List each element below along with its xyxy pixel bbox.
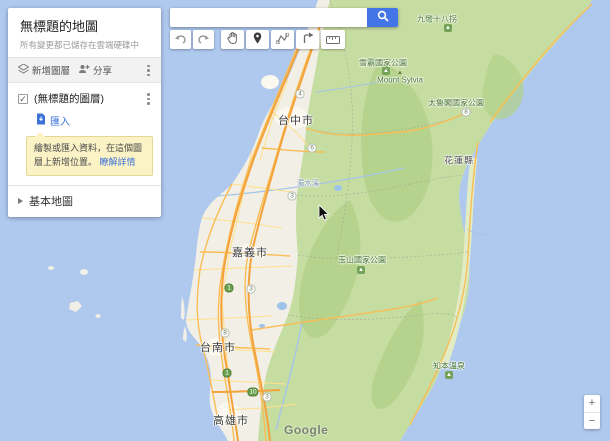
map-label-taichung: 台中市 xyxy=(278,115,314,127)
marker-pin-icon xyxy=(253,31,262,49)
draw-line-button[interactable] xyxy=(271,30,294,49)
park-badge-icon: ▲ xyxy=(444,24,452,32)
layer-visibility-checkbox[interactable]: ✓ xyxy=(18,93,28,104)
map-label-taroko-park: 太魯閣國家公園 xyxy=(428,98,484,108)
redo-icon xyxy=(197,31,210,49)
undo-icon xyxy=(174,31,187,49)
zoom-in-button[interactable]: + xyxy=(584,395,600,412)
park-badge-icon: ▲ xyxy=(445,371,453,379)
base-map-label: 基本地圖 xyxy=(29,195,73,208)
route-shield: 1 xyxy=(224,283,234,293)
add-marker-button[interactable] xyxy=(246,30,269,49)
layer-tip: 繪製或匯入資料，在這個圖層上新增位置。 瞭解詳情 xyxy=(26,132,153,176)
add-layer-label: 新增圖層 xyxy=(32,66,71,77)
route-shield: 1 xyxy=(222,368,232,378)
map-title[interactable]: 無標題的地圖 xyxy=(20,16,149,35)
map-label-scenic-ne: 九彎十八拐 xyxy=(417,14,457,24)
route-shield: 3 xyxy=(262,392,272,402)
zoom-out-button[interactable]: − xyxy=(584,412,600,429)
search-input[interactable] xyxy=(170,8,367,27)
import-file-icon xyxy=(36,113,46,128)
google-logo: Google xyxy=(284,423,329,437)
import-button[interactable]: 匯入 xyxy=(8,108,161,128)
share-button[interactable]: 分享 xyxy=(76,62,114,78)
expand-triangle-icon xyxy=(18,197,23,204)
map-label-zhuoshui-river: 濁水溪 xyxy=(296,178,320,188)
layer-name[interactable]: (無標題的圖層) xyxy=(34,91,104,106)
park-badge-icon: ▲ xyxy=(357,266,365,274)
map-label-tainan: 台南市 xyxy=(200,342,236,354)
route-shield: 3 xyxy=(246,284,256,294)
route-shield: 3 xyxy=(287,191,297,201)
base-map-row[interactable]: 基本地圖 xyxy=(8,184,161,217)
park-badge-icon: ▲ xyxy=(382,67,390,75)
share-person-icon xyxy=(78,64,90,77)
learn-more-link[interactable]: 瞭解詳情 xyxy=(100,157,136,167)
panel-menu-button[interactable] xyxy=(143,64,153,77)
route-shield: 8 xyxy=(220,328,230,338)
map-label-kaohsiung: 高雄市 xyxy=(213,415,249,427)
layers-icon xyxy=(17,62,30,77)
route-shield: 6 xyxy=(307,143,317,153)
add-directions-button[interactable] xyxy=(296,30,319,49)
route-shield: 10 xyxy=(247,387,259,397)
mouse-cursor xyxy=(318,204,330,227)
map-editor-panel: 無標題的地圖 所有變更都已儲存在雲端硬碟中 新增圖層 分享 ✓ (無標題的圖層) xyxy=(8,8,161,217)
route-shield: 4 xyxy=(295,89,305,99)
ruler-icon xyxy=(326,31,340,49)
search-bar xyxy=(170,8,398,27)
my-maps-app: 台中市 嘉義市 台南市 高雄市 花蓮縣 雪霸國家公園 Mount Sylvia … xyxy=(0,0,610,441)
import-label: 匯入 xyxy=(50,117,70,128)
map-label-zhiben: 知本溫泉 xyxy=(433,361,465,371)
map-label-mount-sylvia: Mount Sylvia xyxy=(377,75,423,85)
redo-button[interactable] xyxy=(193,30,214,49)
search-icon xyxy=(377,10,389,25)
share-label: 分享 xyxy=(93,66,113,77)
hand-icon xyxy=(227,31,238,49)
map-label-yushan-park: 玉山國家公園 xyxy=(338,255,386,265)
search-button[interactable] xyxy=(367,8,398,27)
zoom-control: + − xyxy=(584,395,600,429)
layer-menu-button[interactable] xyxy=(143,92,153,105)
map-label-hualien: 花蓮縣 xyxy=(443,155,475,166)
polyline-icon xyxy=(275,31,290,49)
measure-ruler-button[interactable] xyxy=(321,30,345,49)
map-label-chiayi: 嘉義市 xyxy=(232,247,268,259)
add-layer-button[interactable]: 新增圖層 xyxy=(16,62,72,78)
mountain-peak-icon: ▲ xyxy=(397,70,403,76)
pan-hand-button[interactable] xyxy=(221,30,244,49)
directions-icon xyxy=(302,31,314,49)
save-status: 所有變更都已儲存在雲端硬碟中 xyxy=(20,40,140,50)
route-shield: 8 xyxy=(461,107,471,117)
undo-button[interactable] xyxy=(170,30,191,49)
